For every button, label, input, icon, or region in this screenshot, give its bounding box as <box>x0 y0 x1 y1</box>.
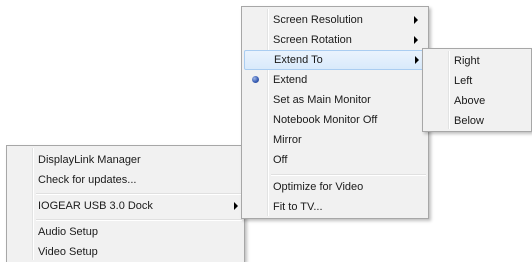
menu-item-label: Left <box>454 75 473 87</box>
menu-separator <box>271 174 426 176</box>
menu-item-mirror[interactable]: Mirror <box>244 130 426 150</box>
menu-item-video-setup[interactable]: Video Setup <box>9 242 242 262</box>
menu-item-below[interactable]: Below <box>425 111 529 131</box>
menu-item-extend[interactable]: Extend <box>244 70 426 90</box>
menu-item-left[interactable]: Left <box>425 71 529 91</box>
menu-item-audio-setup[interactable]: Audio Setup <box>9 222 242 242</box>
tray-context-menu: DisplayLink Manager Check for updates...… <box>6 145 245 262</box>
menu-item-label: Above <box>454 95 486 107</box>
chevron-right-icon <box>414 36 418 44</box>
menu-item-label: Audio Setup <box>38 226 98 238</box>
menu-separator <box>36 193 242 195</box>
menu-item-fit-to-tv[interactable]: Fit to TV... <box>244 197 426 217</box>
menu-item-label: Screen Rotation <box>273 34 352 46</box>
menu-item-label: Mirror <box>273 134 302 146</box>
desktop-area: DisplayLink Manager Check for updates...… <box>0 0 532 262</box>
menu-item-off[interactable]: Off <box>244 150 426 170</box>
menu-item-label: Right <box>454 55 480 67</box>
chevron-right-icon <box>414 16 418 24</box>
extend-to-submenu: Right Left Above Below <box>422 48 532 132</box>
menu-item-notebook-monitor-off[interactable]: Notebook Monitor Off <box>244 110 426 130</box>
radio-bullet-icon <box>252 76 259 83</box>
menu-item-label: Fit to TV... <box>273 201 323 213</box>
menu-item-label: Optimize for Video <box>273 181 364 193</box>
menu-item-optimize-for-video[interactable]: Optimize for Video <box>244 177 426 197</box>
menu-item-label: Off <box>273 154 288 166</box>
menu-item-label: Screen Resolution <box>273 14 363 26</box>
menu-item-extend-to[interactable]: Extend To <box>244 50 426 70</box>
menu-item-screen-rotation[interactable]: Screen Rotation <box>244 30 426 50</box>
menu-item-set-as-main-monitor[interactable]: Set as Main Monitor <box>244 90 426 110</box>
menu-item-label: Extend To <box>274 54 323 66</box>
menu-item-check-for-updates[interactable]: Check for updates... <box>9 170 242 190</box>
monitor-context-menu: Screen Resolution Screen Rotation Extend… <box>241 6 429 219</box>
menu-item-label: DisplayLink Manager <box>38 154 141 166</box>
menu-item-iogear-dock[interactable]: IOGEAR USB 3.0 Dock <box>9 196 242 216</box>
menu-item-displaylink-manager[interactable]: DisplayLink Manager <box>9 150 242 170</box>
menu-separator <box>36 219 242 221</box>
menu-item-right[interactable]: Right <box>425 51 529 71</box>
menu-item-label: Below <box>454 115 484 127</box>
menu-item-screen-resolution[interactable]: Screen Resolution <box>244 10 426 30</box>
chevron-right-icon <box>415 56 419 64</box>
menu-item-label: Notebook Monitor Off <box>273 114 378 126</box>
menu-item-label: Video Setup <box>38 246 98 258</box>
menu-item-label: Extend <box>273 74 308 86</box>
menu-item-label: IOGEAR USB 3.0 Dock <box>38 200 153 212</box>
menu-item-above[interactable]: Above <box>425 91 529 111</box>
menu-item-label: Check for updates... <box>38 174 137 186</box>
menu-item-label: Set as Main Monitor <box>273 94 371 106</box>
chevron-right-icon <box>234 202 238 210</box>
